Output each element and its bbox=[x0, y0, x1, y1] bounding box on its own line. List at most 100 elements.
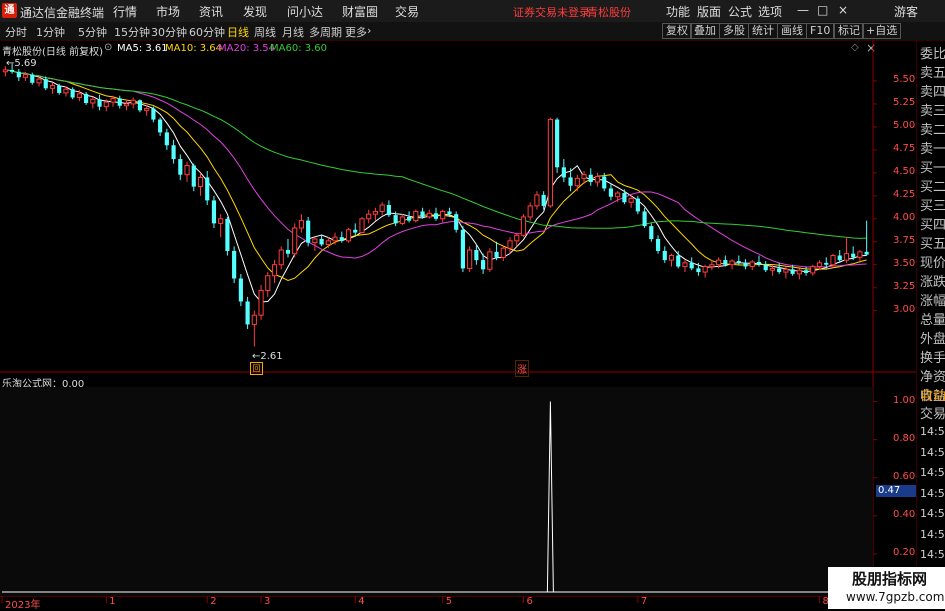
review-marker-icon[interactable]: 回 bbox=[250, 362, 263, 375]
candle-body-down bbox=[696, 268, 701, 273]
candle-body-up bbox=[628, 198, 634, 203]
candle-body-up bbox=[467, 249, 473, 269]
candle-body-down bbox=[756, 261, 762, 265]
candle-body-down bbox=[164, 132, 169, 146]
indicator-tick-label: 0.80 bbox=[893, 432, 916, 444]
candle-body-down bbox=[43, 79, 48, 89]
candle-body-up bbox=[49, 85, 56, 89]
date-tick-label: 4 bbox=[358, 596, 365, 607]
candle-body-down bbox=[406, 216, 412, 221]
quote-field-label: 买二 bbox=[920, 180, 945, 195]
candle-body-down bbox=[555, 119, 560, 168]
candle-body-up bbox=[716, 259, 722, 266]
candle-body-down bbox=[433, 213, 439, 219]
candle-body-up bbox=[123, 103, 130, 107]
candle-body-down bbox=[70, 89, 75, 98]
candle-body-down bbox=[494, 251, 499, 258]
candle-body-up bbox=[830, 255, 836, 266]
quote-field-label: 换手 bbox=[920, 351, 945, 366]
candle-body-up bbox=[251, 314, 257, 325]
candle-body-down bbox=[151, 108, 156, 120]
quote-field-label: 外盘 bbox=[920, 332, 945, 347]
candle-body-up bbox=[372, 210, 379, 215]
candle-body-up bbox=[500, 247, 506, 258]
price-tick-label: 5.25 bbox=[893, 96, 916, 108]
tick-time: 14:56 bbox=[920, 486, 945, 500]
candle-body-up bbox=[36, 78, 42, 84]
price-tick-label: 3.50 bbox=[893, 257, 916, 269]
candle-body-down bbox=[117, 98, 122, 106]
candle-body-up bbox=[796, 269, 802, 275]
candle-body-down bbox=[635, 198, 640, 212]
candle-body-down bbox=[420, 211, 425, 217]
candle-body-down bbox=[232, 250, 237, 279]
candle-body-up bbox=[218, 218, 224, 224]
tick-time: 14:56 bbox=[920, 507, 945, 520]
ma-line-ma20 bbox=[5, 69, 867, 268]
rise-marker-icon[interactable]: 涨 bbox=[515, 360, 529, 377]
candle-body-up bbox=[103, 101, 109, 108]
candle-body-up bbox=[332, 236, 338, 242]
candle-body-up bbox=[22, 74, 29, 78]
quote-field-label: 买三 bbox=[920, 199, 945, 214]
quote-field-label: 卖一 bbox=[920, 142, 945, 157]
candle-body-up bbox=[76, 93, 82, 99]
price-tick-label: 4.75 bbox=[893, 142, 916, 154]
candle-body-down bbox=[649, 226, 654, 239]
candle-body-down bbox=[57, 85, 62, 93]
quote-field-label: 委比 bbox=[920, 47, 945, 62]
date-tick-label: 1 bbox=[109, 596, 116, 607]
candle-body-down bbox=[743, 262, 748, 267]
candle-body-up bbox=[810, 266, 816, 274]
candle-body-down bbox=[588, 174, 593, 183]
candle-body-up bbox=[574, 177, 580, 187]
candle-body-down bbox=[777, 268, 782, 273]
candle-body-down bbox=[763, 264, 768, 271]
candle-body-up bbox=[271, 264, 278, 277]
date-tick-label: 2 bbox=[210, 596, 217, 607]
quote-field-label: 卖四 bbox=[920, 85, 945, 100]
price-tick-label: 5.00 bbox=[893, 119, 916, 131]
quote-field-label: 现价 bbox=[920, 256, 945, 271]
chart-grid bbox=[0, 40, 916, 603]
candle-body-up bbox=[527, 205, 533, 218]
candle-body-down bbox=[16, 71, 21, 78]
side-tab-trade[interactable]: 交易 bbox=[920, 403, 945, 422]
candle-body-up bbox=[197, 176, 204, 188]
candle-body-down bbox=[285, 250, 291, 254]
candle-body-up bbox=[594, 176, 601, 183]
ma-line-ma5 bbox=[5, 69, 867, 303]
candle-body-up bbox=[2, 69, 8, 73]
candle-body-up bbox=[857, 251, 863, 258]
watermark-url: www.7gpzb.com bbox=[846, 590, 945, 604]
quote-field-label: 净资 bbox=[920, 370, 945, 385]
date-tick-label: 3 bbox=[264, 596, 271, 607]
indicator-tick-label: 0.20 bbox=[893, 546, 916, 558]
candle-body-down bbox=[736, 261, 741, 263]
candle-body-down bbox=[851, 253, 856, 258]
candle-body-down bbox=[568, 177, 573, 186]
candle-body-up bbox=[413, 210, 419, 222]
candle-body-down bbox=[84, 93, 89, 104]
candle-body-up bbox=[514, 234, 520, 242]
candle-body-down bbox=[353, 229, 358, 233]
candle-body-down bbox=[319, 238, 324, 245]
price-tick-label: 4.25 bbox=[893, 188, 916, 200]
candle-body-down bbox=[642, 211, 647, 227]
side-tab-auto[interactable]: 自动 bbox=[920, 385, 945, 404]
price-tick-label: 3.25 bbox=[893, 280, 916, 292]
quote-side-panel: 委比 卖五 卖四 卖三 卖二 卖一 买一 买二 买三 买四 买五 现价 涨跌 涨幅 总量 外盘 换手 净资 收益 自动… bbox=[916, 40, 945, 609]
candle-body-down bbox=[10, 69, 15, 72]
candle-body-down bbox=[460, 229, 466, 269]
candle-body-up bbox=[184, 164, 190, 176]
tick-time: 14:56 bbox=[920, 425, 945, 438]
candle-body-down bbox=[662, 250, 667, 261]
candle-body-down bbox=[824, 262, 829, 265]
watermark-title: 股朋指标网 bbox=[852, 570, 928, 588]
candle-body-up bbox=[63, 88, 69, 94]
kline-chart[interactable] bbox=[0, 0, 945, 609]
indicator-tick-label: 1.00 bbox=[893, 394, 916, 406]
tick-time: 14:56 bbox=[920, 548, 945, 561]
quote-field-label: 买五 bbox=[920, 237, 945, 252]
candle-body-down bbox=[30, 74, 35, 83]
